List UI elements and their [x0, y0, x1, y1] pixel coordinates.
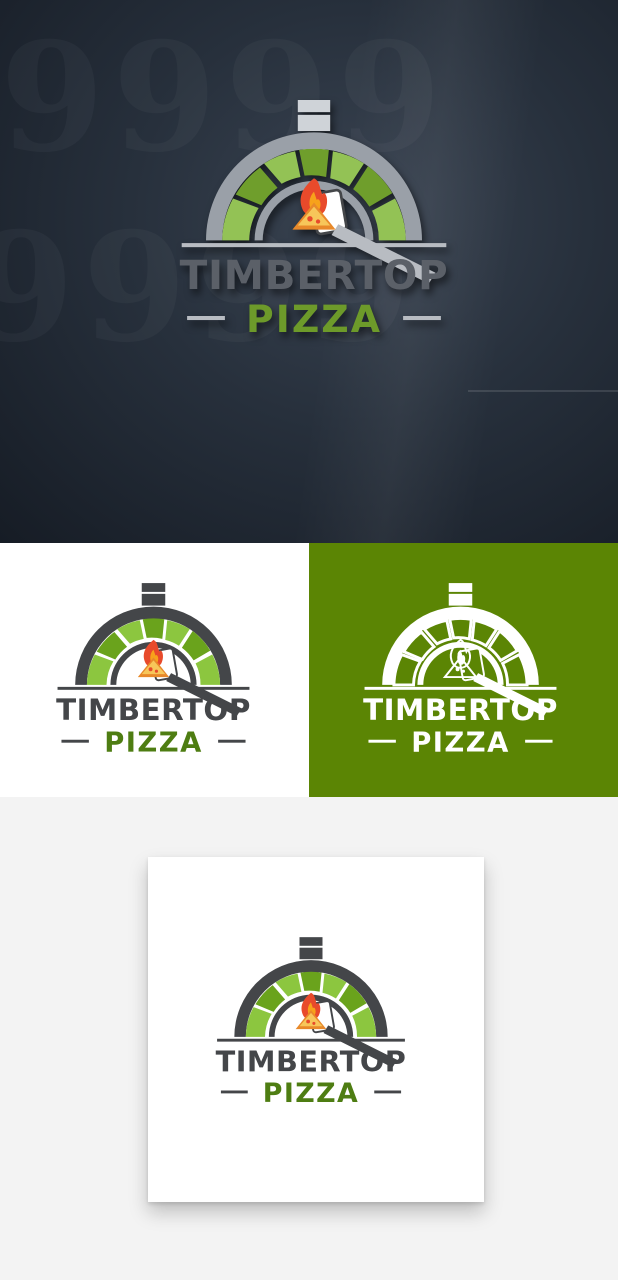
logo-color: TIMBERTOP PIZZA [36, 583, 271, 779]
brand-name-line1: TIMBERTOP [180, 251, 449, 299]
brand-name-line2: PIZZA [263, 1078, 360, 1109]
brand-dash-left [187, 316, 225, 321]
logo-3d: TIMBERTOP PIZZA [152, 100, 476, 370]
wall-mockup-panel: 9999 9999 [0, 0, 618, 543]
brand-dash-left [220, 1090, 248, 1094]
logo-print: TIMBERTOP PIZZA [196, 937, 426, 1129]
brand-dash-right [525, 739, 553, 743]
brand-name-line2: PIZZA [411, 728, 510, 759]
brand-dash-right [403, 316, 441, 321]
brand-name-line1: TIMBERTOP [216, 1044, 407, 1078]
brand-name-line2: PIZZA [246, 297, 382, 341]
oven-arch-icon [382, 606, 539, 687]
brand-rule-top [57, 686, 250, 690]
logo-on-green-panel: TIMBERTOP PIZZA [309, 543, 618, 797]
paper-mockup-panel: TIMBERTOP PIZZA [0, 797, 618, 1280]
brand-dash-right [374, 1090, 402, 1094]
brand-rule-top [181, 243, 447, 248]
brand-name-line1: TIMBERTOP [363, 693, 558, 727]
logo-reversed: TIMBERTOP PIZZA [343, 583, 578, 779]
brand-rule-top [364, 686, 557, 690]
paper-sheet: TIMBERTOP PIZZA [148, 857, 484, 1202]
brand-name-line2: PIZZA [104, 728, 203, 759]
brand-dash-left [61, 739, 89, 743]
brand-name-line1: TIMBERTOP [56, 693, 251, 727]
brand-dash-right [218, 739, 246, 743]
brand-rule-top [217, 1038, 405, 1042]
brand-dash-left [368, 739, 396, 743]
logo-on-white-panel: TIMBERTOP PIZZA [0, 543, 309, 797]
